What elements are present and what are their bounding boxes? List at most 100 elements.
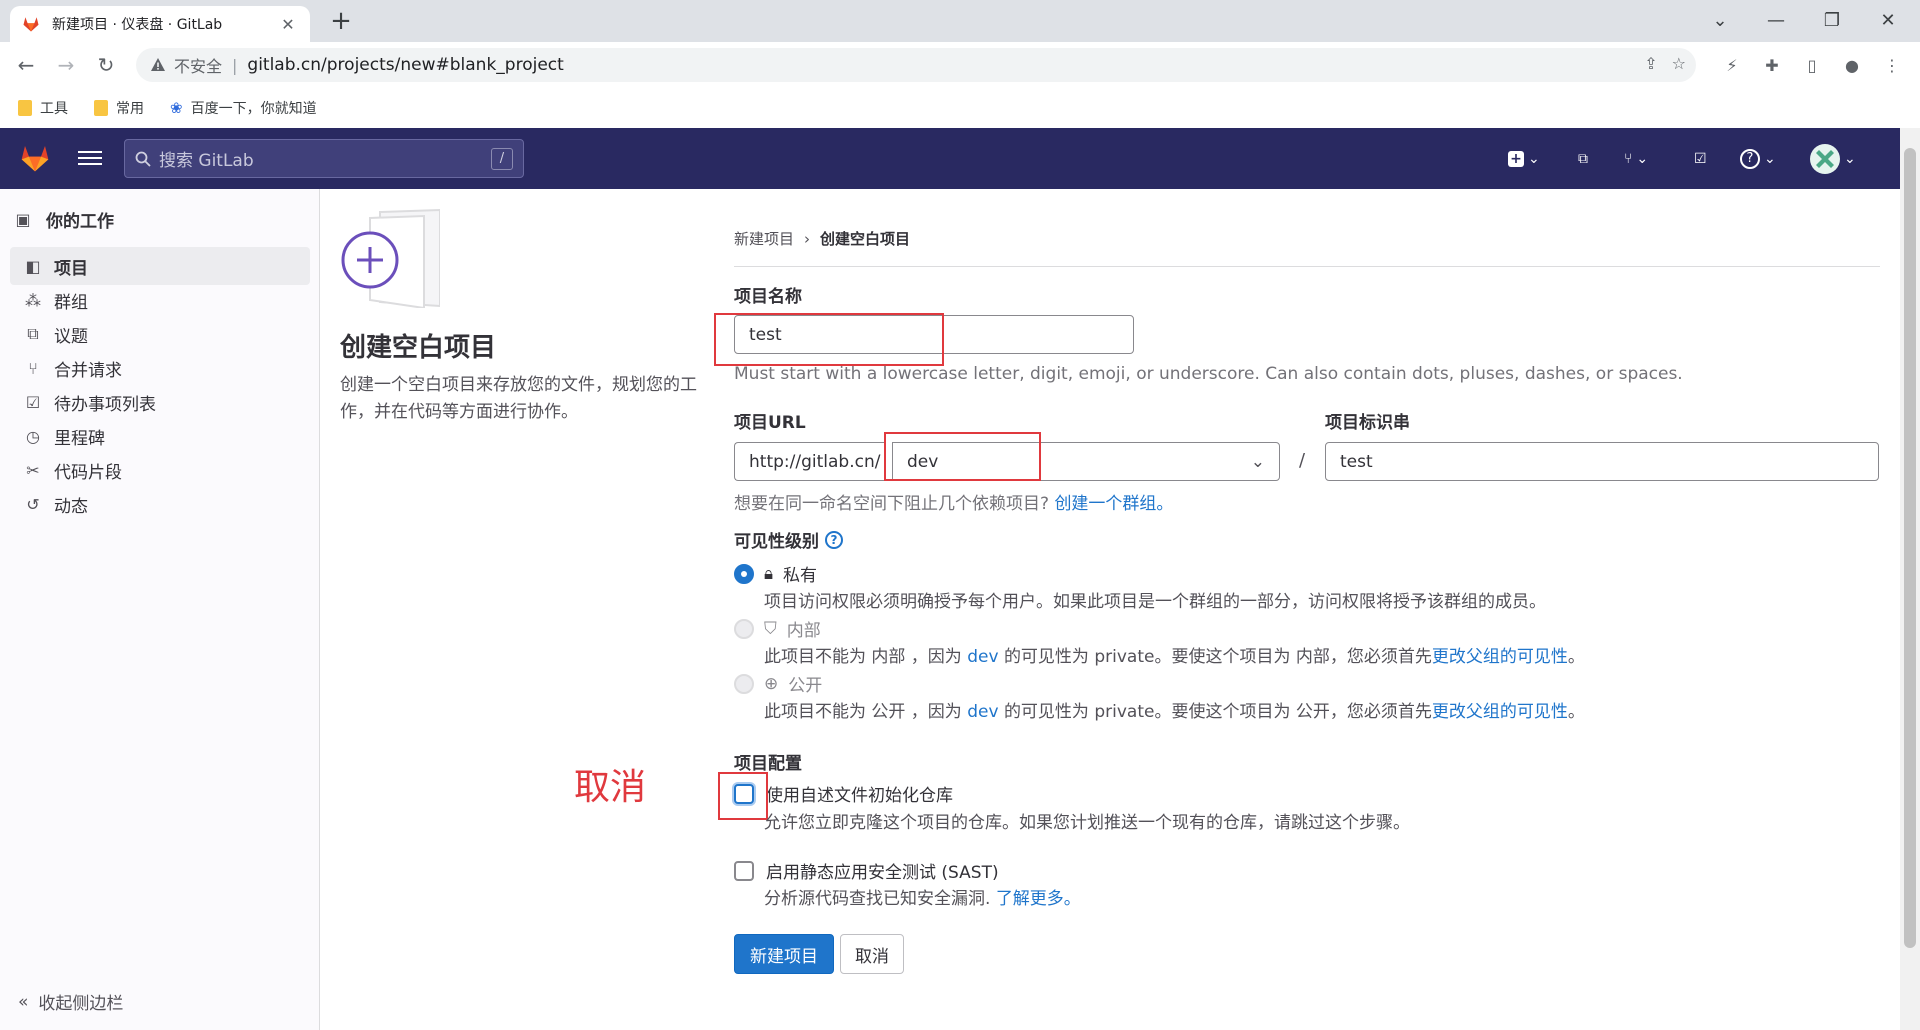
tab-close-icon[interactable]: ✕ [278,15,298,34]
cancel-button[interactable]: 取消 [840,934,904,974]
group-icon: ⁂ [25,290,41,310]
chevron-down-icon: ⌄ [1528,151,1540,167]
profile-icon[interactable]: ● [1836,49,1868,81]
tab-title: 新建项目 · 仪表盘 · GitLab [52,17,223,33]
visibility-internal-desc: 此项目不能为 内部 ，因为 dev 的可见性为 private。要使这个项目为 … [764,642,1585,667]
visibility-public-desc: 此项目不能为 公开 ，因为 dev 的可见性为 private。要使这个项目为 … [764,697,1585,722]
radio-private[interactable] [734,563,754,584]
issues-icon[interactable]: ⧉ [1578,146,1588,172]
avatar [1810,144,1840,174]
sast-option[interactable]: 启用静态应用安全测试 (SAST) [734,858,999,883]
kebab-menu-icon[interactable]: ⋮ [1876,49,1908,81]
merge-request-icon: ⑂ [28,358,38,378]
address-bar: ← → ↻ 不安全 | gitlab.cn/projects/new#blank… [0,42,1920,88]
search-input[interactable]: 搜索 GitLab / [124,139,524,178]
create-group-link[interactable]: 创建一个群组。 [1054,494,1173,514]
browser-tab-bar: 新建项目 · 仪表盘 · GitLab ✕ + ⌄ — ❐ ✕ [0,0,1920,42]
change-parent-visibility-link[interactable]: 更改父组的可见性 [1432,702,1568,722]
breadcrumb-current: 创建空白项目 [820,230,911,248]
new-tab-button[interactable]: + [325,6,357,38]
project-name-label: 项目名称 [734,287,802,307]
project-slug-value: test [1340,451,1373,472]
restore-button[interactable]: ❐ [1808,0,1856,40]
merge-requests-dropdown[interactable]: ⑂ ⌄ [1624,146,1648,172]
collapse-sidebar-button[interactable]: « 收起侧边栏 [18,989,123,1015]
milestone-icon: ◷ [26,426,40,446]
project-name-help: Must start with a lowercase letter, digi… [734,364,1683,384]
breadcrumb-parent-link[interactable]: 新建项目 [734,228,794,249]
annotation-box-readme [718,772,768,820]
extension-icon[interactable]: ⚡ [1716,49,1748,81]
gitlab-top-bar: 搜索 GitLab / + ⌄ ⧉ ⑂ ⌄ ☑ ? ⌄ ⌄ [0,128,1900,189]
gitlab-logo-icon[interactable] [18,142,52,174]
sidebar-title: 你的工作 [46,211,114,232]
bookmark-baidu[interactable]: ❀ 百度一下，你就知道 [170,98,317,118]
group-link[interactable]: dev [967,702,998,722]
create-new-dropdown[interactable]: + ⌄ [1508,146,1540,172]
sidebar-item-activity[interactable]: ↺ 动态 [10,485,310,523]
sast-checkbox[interactable] [734,860,754,881]
bookmark-tools[interactable]: 工具 [18,98,68,118]
sidebar-context-header[interactable]: ▣ 你的工作 [14,203,114,235]
page-scrollbar[interactable] [1900,128,1920,1030]
omnibox[interactable]: 不安全 | gitlab.cn/projects/new#blank_proje… [136,48,1696,82]
radio-public[interactable] [734,673,754,694]
visibility-private-label: 私有 [783,566,818,586]
chevron-down-icon: ⌄ [1636,151,1649,167]
project-slug-input[interactable]: test [1325,442,1879,481]
sidebar-item-merge-requests[interactable]: ⑂ 合并请求 [10,349,310,387]
group-link[interactable]: dev [967,647,998,667]
group-help: 想要在同一命名空间下阻止几个依赖项目? 创建一个群组。 [734,489,1173,514]
forward-button[interactable]: → [50,49,82,81]
todo-icon[interactable]: ☑ [1694,146,1707,172]
sidebar-item-projects[interactable]: ◧ 项目 [10,247,310,285]
annotation-box-name [714,313,944,366]
side-panel-icon[interactable]: ▯ [1796,49,1828,81]
visibility-public-option[interactable]: ⊕ 公开 [734,671,822,696]
folder-icon [18,100,32,116]
page-description: 创建一个空白项目来存放您的文件，规划您的工作，并在代码等方面进行协作。 [340,375,697,422]
project-url-label: 项目URL [734,413,806,433]
change-parent-visibility-link[interactable]: 更改父组的可见性 [1432,647,1568,667]
bookmark-common[interactable]: 常用 [94,98,144,118]
browser-tab[interactable]: 新建项目 · 仪表盘 · GitLab ✕ [10,6,310,42]
visibility-internal-option[interactable]: ⛉ 内部 [734,616,821,641]
bookmark-label: 常用 [116,101,144,117]
reload-button[interactable]: ↻ [90,49,122,81]
minimize-button[interactable]: — [1752,0,1800,40]
visibility-private-option[interactable]: 🔒︎ 私有 [734,561,817,586]
help-icon[interactable]: ? [825,530,843,549]
sidebar-item-groups[interactable]: ⁂ 群组 [10,281,310,319]
back-button[interactable]: ← [10,49,42,81]
sidebar-item-label: 代码片段 [54,462,122,483]
lock-icon: 🔒︎ [764,563,774,584]
user-menu-dropdown[interactable]: ⌄ [1810,144,1856,174]
learn-more-link[interactable]: 了解更多。 [996,889,1081,909]
close-window-button[interactable]: ✕ [1864,0,1912,40]
sast-label: 启用静态应用安全测试 (SAST) [766,863,999,883]
omnibox-separator: | [232,55,238,75]
sidebar-item-todos[interactable]: ☑ 待办事项列表 [10,383,310,421]
page-title: 创建空白项目 [340,333,497,363]
share-icon[interactable]: ⇪ [1644,54,1657,73]
visibility-label-row: 可见性级别 ? [734,527,843,552]
url-prefix-text: http://gitlab.cn/ [749,451,881,472]
sidebar-item-issues[interactable]: ⧉ 议题 [10,315,310,353]
chevron-down-icon: ⌄ [1250,451,1265,472]
puzzle-icon[interactable]: ✚ [1756,49,1788,81]
sidebar-item-snippets[interactable]: ✂ 代码片段 [10,451,310,489]
tab-search-icon[interactable]: ⌄ [1696,0,1744,40]
hamburger-menu-icon[interactable] [78,146,102,170]
scrollbar-thumb[interactable] [1904,148,1916,948]
visibility-label: 可见性级别 [734,532,819,552]
help-icon: ? [1740,149,1760,169]
sidebar-item-milestones[interactable]: ◷ 里程碑 [10,417,310,455]
plus-square-icon: + [1508,151,1524,167]
url-text: gitlab.cn/projects/new#blank_project [247,55,564,75]
create-project-button[interactable]: 新建项目 [734,934,834,974]
radio-internal[interactable] [734,618,754,639]
chevron-down-icon: ⌄ [1764,151,1776,167]
help-dropdown[interactable]: ? ⌄ [1740,146,1776,172]
briefcase-icon: ▣ [15,209,31,229]
bookmark-star-icon[interactable]: ☆ [1672,54,1686,73]
